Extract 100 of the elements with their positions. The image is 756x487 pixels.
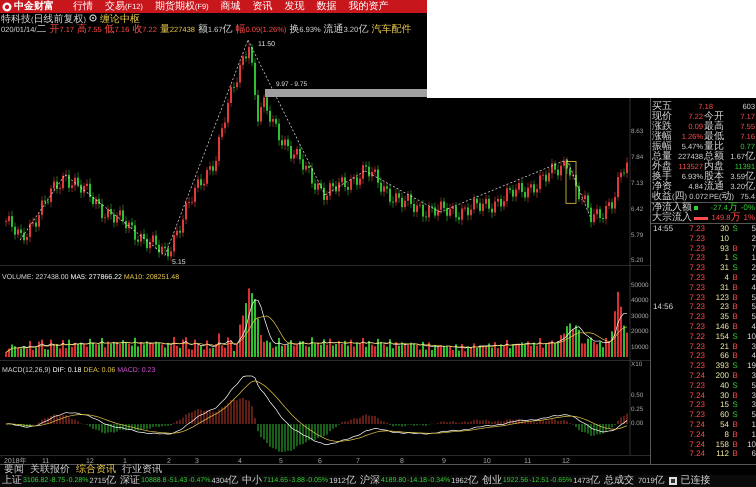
tick-volume: 93: [719, 244, 729, 254]
menu-item[interactable]: 数据: [316, 0, 337, 12]
tick-side: B: [732, 351, 738, 360]
tick-price: 7.24: [688, 370, 705, 381]
menu-item[interactable]: 资讯: [252, 0, 273, 12]
tick-side: B: [732, 292, 738, 302]
logo-text: 中金财富: [14, 0, 55, 13]
tick-volume: 31: [719, 282, 729, 293]
tick-count: 4: [750, 322, 756, 332]
tick-count: 4: [750, 351, 756, 362]
tick-side: B: [732, 440, 738, 449]
tick-price: 7.23: [688, 253, 705, 264]
tick-side: S: [732, 263, 738, 272]
tick-volume: 1: [724, 253, 729, 264]
tick-side: B: [732, 282, 738, 292]
tick-side: S: [732, 224, 738, 233]
tick-count: 3: [750, 400, 756, 410]
tick-price: 7.24: [688, 420, 705, 430]
tick-price: 7.24: [688, 430, 705, 440]
tick-price: 7.23: [688, 302, 705, 312]
tick-volume: 66: [719, 351, 729, 362]
tick-volume: 21: [719, 342, 729, 352]
index-name: 中小: [242, 475, 262, 487]
tick-volume: 23: [719, 302, 729, 312]
tick-volume: 200: [714, 370, 729, 381]
tick-price: 7.23: [688, 263, 705, 273]
field-label: 量比: [704, 142, 724, 152]
tick-count: 19: [746, 361, 756, 371]
index-name: 沪深: [360, 475, 380, 487]
tick-count: 5: [750, 292, 756, 302]
menu-item[interactable]: 商城: [220, 0, 241, 12]
flow-percent: 1%: [742, 213, 756, 223]
tick-volume: 15: [719, 400, 729, 410]
tick-price: 7.23: [688, 410, 705, 420]
tick-price: 7.22: [688, 332, 705, 342]
field-label: 现价: [652, 112, 672, 122]
news-tab[interactable]: 要闻: [4, 465, 24, 475]
tick-price: 7.23: [688, 272, 705, 283]
field-label: 最高: [704, 122, 724, 132]
tick-price: 7.23: [688, 351, 705, 362]
tick-count: 5: [750, 312, 756, 322]
tick-count: 10: [746, 440, 756, 450]
tick-count: 5: [750, 380, 756, 391]
tick-count: 6: [750, 449, 756, 460]
tick-side: B: [732, 322, 738, 331]
tick-count: 3: [750, 370, 756, 381]
tick-side: B: [732, 342, 738, 351]
tick-count: 2: [750, 263, 756, 273]
tick-side: S: [732, 361, 738, 370]
tick-side: B: [732, 302, 738, 312]
tick-count: 2: [750, 272, 756, 283]
tick-count: 1: [750, 420, 756, 430]
tick-side: S: [732, 410, 738, 420]
tick-side: S: [732, 332, 738, 341]
tick-price: 7.23: [688, 400, 705, 410]
news-tab[interactable]: 综合资讯: [76, 465, 116, 475]
tick-price: 7.23: [688, 224, 705, 234]
indicator-name[interactable]: 缠论中枢: [100, 15, 140, 25]
field-label: 净资: [652, 182, 672, 192]
flow-label: 大宗流入: [652, 213, 692, 223]
connection-status: 已连接: [680, 475, 711, 487]
quote-value: 汽车配件: [371, 25, 412, 35]
field-label: 换手: [652, 172, 672, 182]
tick-volume: 8: [724, 430, 729, 440]
tick-side: S: [732, 400, 738, 410]
flow-label: 净流入额: [652, 203, 692, 213]
tick-price: 7.23: [688, 322, 705, 332]
tick-volume: 60: [719, 410, 729, 420]
news-tab[interactable]: 关联报价: [30, 465, 70, 475]
tick-side: B: [732, 430, 738, 439]
tick-time: 14:55: [653, 224, 674, 233]
tick-count: 5: [750, 302, 756, 312]
tick-volume: 393: [714, 361, 729, 371]
tick-side: B: [732, 420, 738, 429]
tick-side: S: [732, 253, 738, 262]
index-name: 上证: [2, 475, 22, 487]
tick-price: 7.23: [688, 312, 705, 322]
tick-volume: 146: [714, 322, 729, 332]
index-name: 深证: [120, 475, 140, 487]
field-label: 流通: [704, 182, 724, 192]
tick-volume: 112: [715, 449, 729, 460]
news-tab[interactable]: 行业资讯: [122, 465, 162, 475]
menu-item[interactable]: 发现: [284, 0, 305, 12]
menu-item[interactable]: 我的资产: [348, 0, 389, 12]
flow-percent: -0%: [740, 203, 756, 213]
tick-price: 7.24: [688, 390, 705, 400]
tick-price: 7.23: [688, 282, 705, 293]
tick-price: 7.23: [688, 244, 705, 254]
field-label: 涨跌: [652, 122, 672, 132]
tick-volume: 35: [719, 312, 729, 322]
field-label: 股本: [704, 172, 724, 182]
tick-count: 4: [750, 282, 756, 293]
menu-item[interactable]: 行情: [73, 0, 93, 12]
field-label: 振幅: [652, 142, 672, 152]
tick-side: B: [732, 312, 738, 322]
tick-volume: 123: [714, 292, 729, 302]
tick-volume: 30: [719, 390, 729, 400]
tick-price: 7.23: [688, 292, 705, 302]
tick-side: S: [732, 380, 738, 390]
tick-volume: 31: [719, 263, 729, 273]
